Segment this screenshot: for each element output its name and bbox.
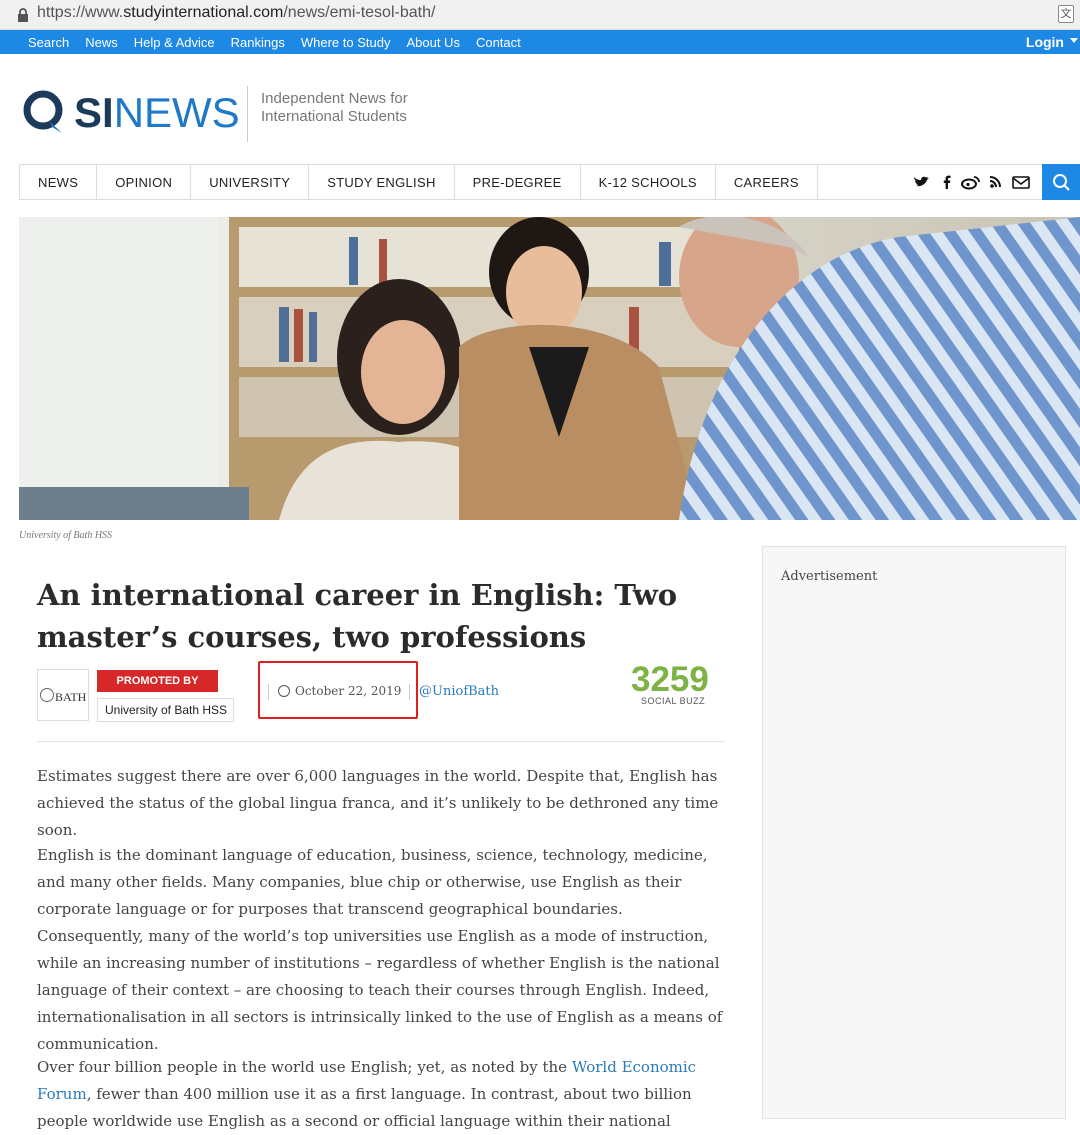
logo-news: NEWS [113,89,240,136]
promoter-name[interactable]: University of Bath HSS [97,698,234,722]
weibo-icon[interactable] [958,174,984,190]
article-paragraph-2: English is the dominant language of educ… [37,846,723,1053]
date-highlight-box [258,661,418,719]
hero-caption: University of Bath HSS [19,530,113,541]
article-headline: An international career in English: Two … [37,578,678,654]
speech-bubble-q-icon [23,90,63,133]
browser-address-bar[interactable]: https://www.studyinternational.com/news/… [0,0,1080,30]
topbar-link-news[interactable]: News [85,35,118,50]
main-navigation: NEWS OPINION UNIVERSITY STUDY ENGLISH PR… [19,164,1080,200]
meta-divider [37,741,725,742]
facebook-icon[interactable] [936,174,958,190]
topbar-link-about-us[interactable]: About Us [406,35,459,50]
twitter-handle-link[interactable]: @UniofBath [419,684,499,699]
topbar-link-help-advice[interactable]: Help & Advice [134,35,215,50]
article-paragraph-3: Over four billion people in the world us… [37,1058,697,1130]
social-links [910,165,1034,199]
site-logo[interactable]: SINEWS [22,85,242,141]
topbar-link-where-to-study[interactable]: Where to Study [301,35,391,50]
promoted-by-badge: PROMOTED BY [97,670,218,692]
rss-icon[interactable] [984,174,1008,190]
social-buzz-count: 3259 [631,660,709,699]
search-icon [1053,174,1070,191]
university-of-bath-logo[interactable]: BATH [37,669,89,721]
nav-study-english[interactable]: STUDY ENGLISH [309,165,455,199]
hero-image [19,217,1080,520]
nav-pre-degree[interactable]: PRE-DEGREE [455,165,581,199]
url-text[interactable]: https://www.studyinternational.com/news/… [37,4,435,22]
mail-icon[interactable] [1008,174,1034,190]
utility-bar: Search News Help & Advice Rankings Where… [0,30,1080,54]
bath-seal-icon [40,688,54,702]
nav-careers[interactable]: CAREERS [716,165,818,199]
login-link[interactable]: Login [1026,34,1064,50]
lock-icon [18,8,28,22]
topbar-link-search[interactable]: Search [28,35,69,50]
site-tagline: Independent News for International Stude… [261,90,408,125]
logo-divider [247,86,248,142]
article-paragraph-1: Estimates suggest there are over 6,000 l… [37,767,719,839]
nav-k12-schools[interactable]: K-12 SCHOOLS [581,165,716,199]
logo-si: SI [74,89,114,136]
social-buzz-label: SOCIAL BUZZ [641,696,706,706]
topbar-link-rankings[interactable]: Rankings [231,35,285,50]
advertisement-panel: Advertisement [762,546,1066,1119]
search-button[interactable] [1042,164,1080,200]
nav-opinion[interactable]: OPINION [97,165,192,199]
nav-university[interactable]: UNIVERSITY [191,165,310,199]
chevron-down-icon[interactable] [1070,38,1078,43]
twitter-icon[interactable] [910,174,936,190]
topbar-link-contact[interactable]: Contact [476,35,521,50]
translate-icon[interactable]: 文 [1058,5,1074,23]
advertisement-label: Advertisement [781,569,878,584]
nav-news[interactable]: NEWS [20,165,98,199]
